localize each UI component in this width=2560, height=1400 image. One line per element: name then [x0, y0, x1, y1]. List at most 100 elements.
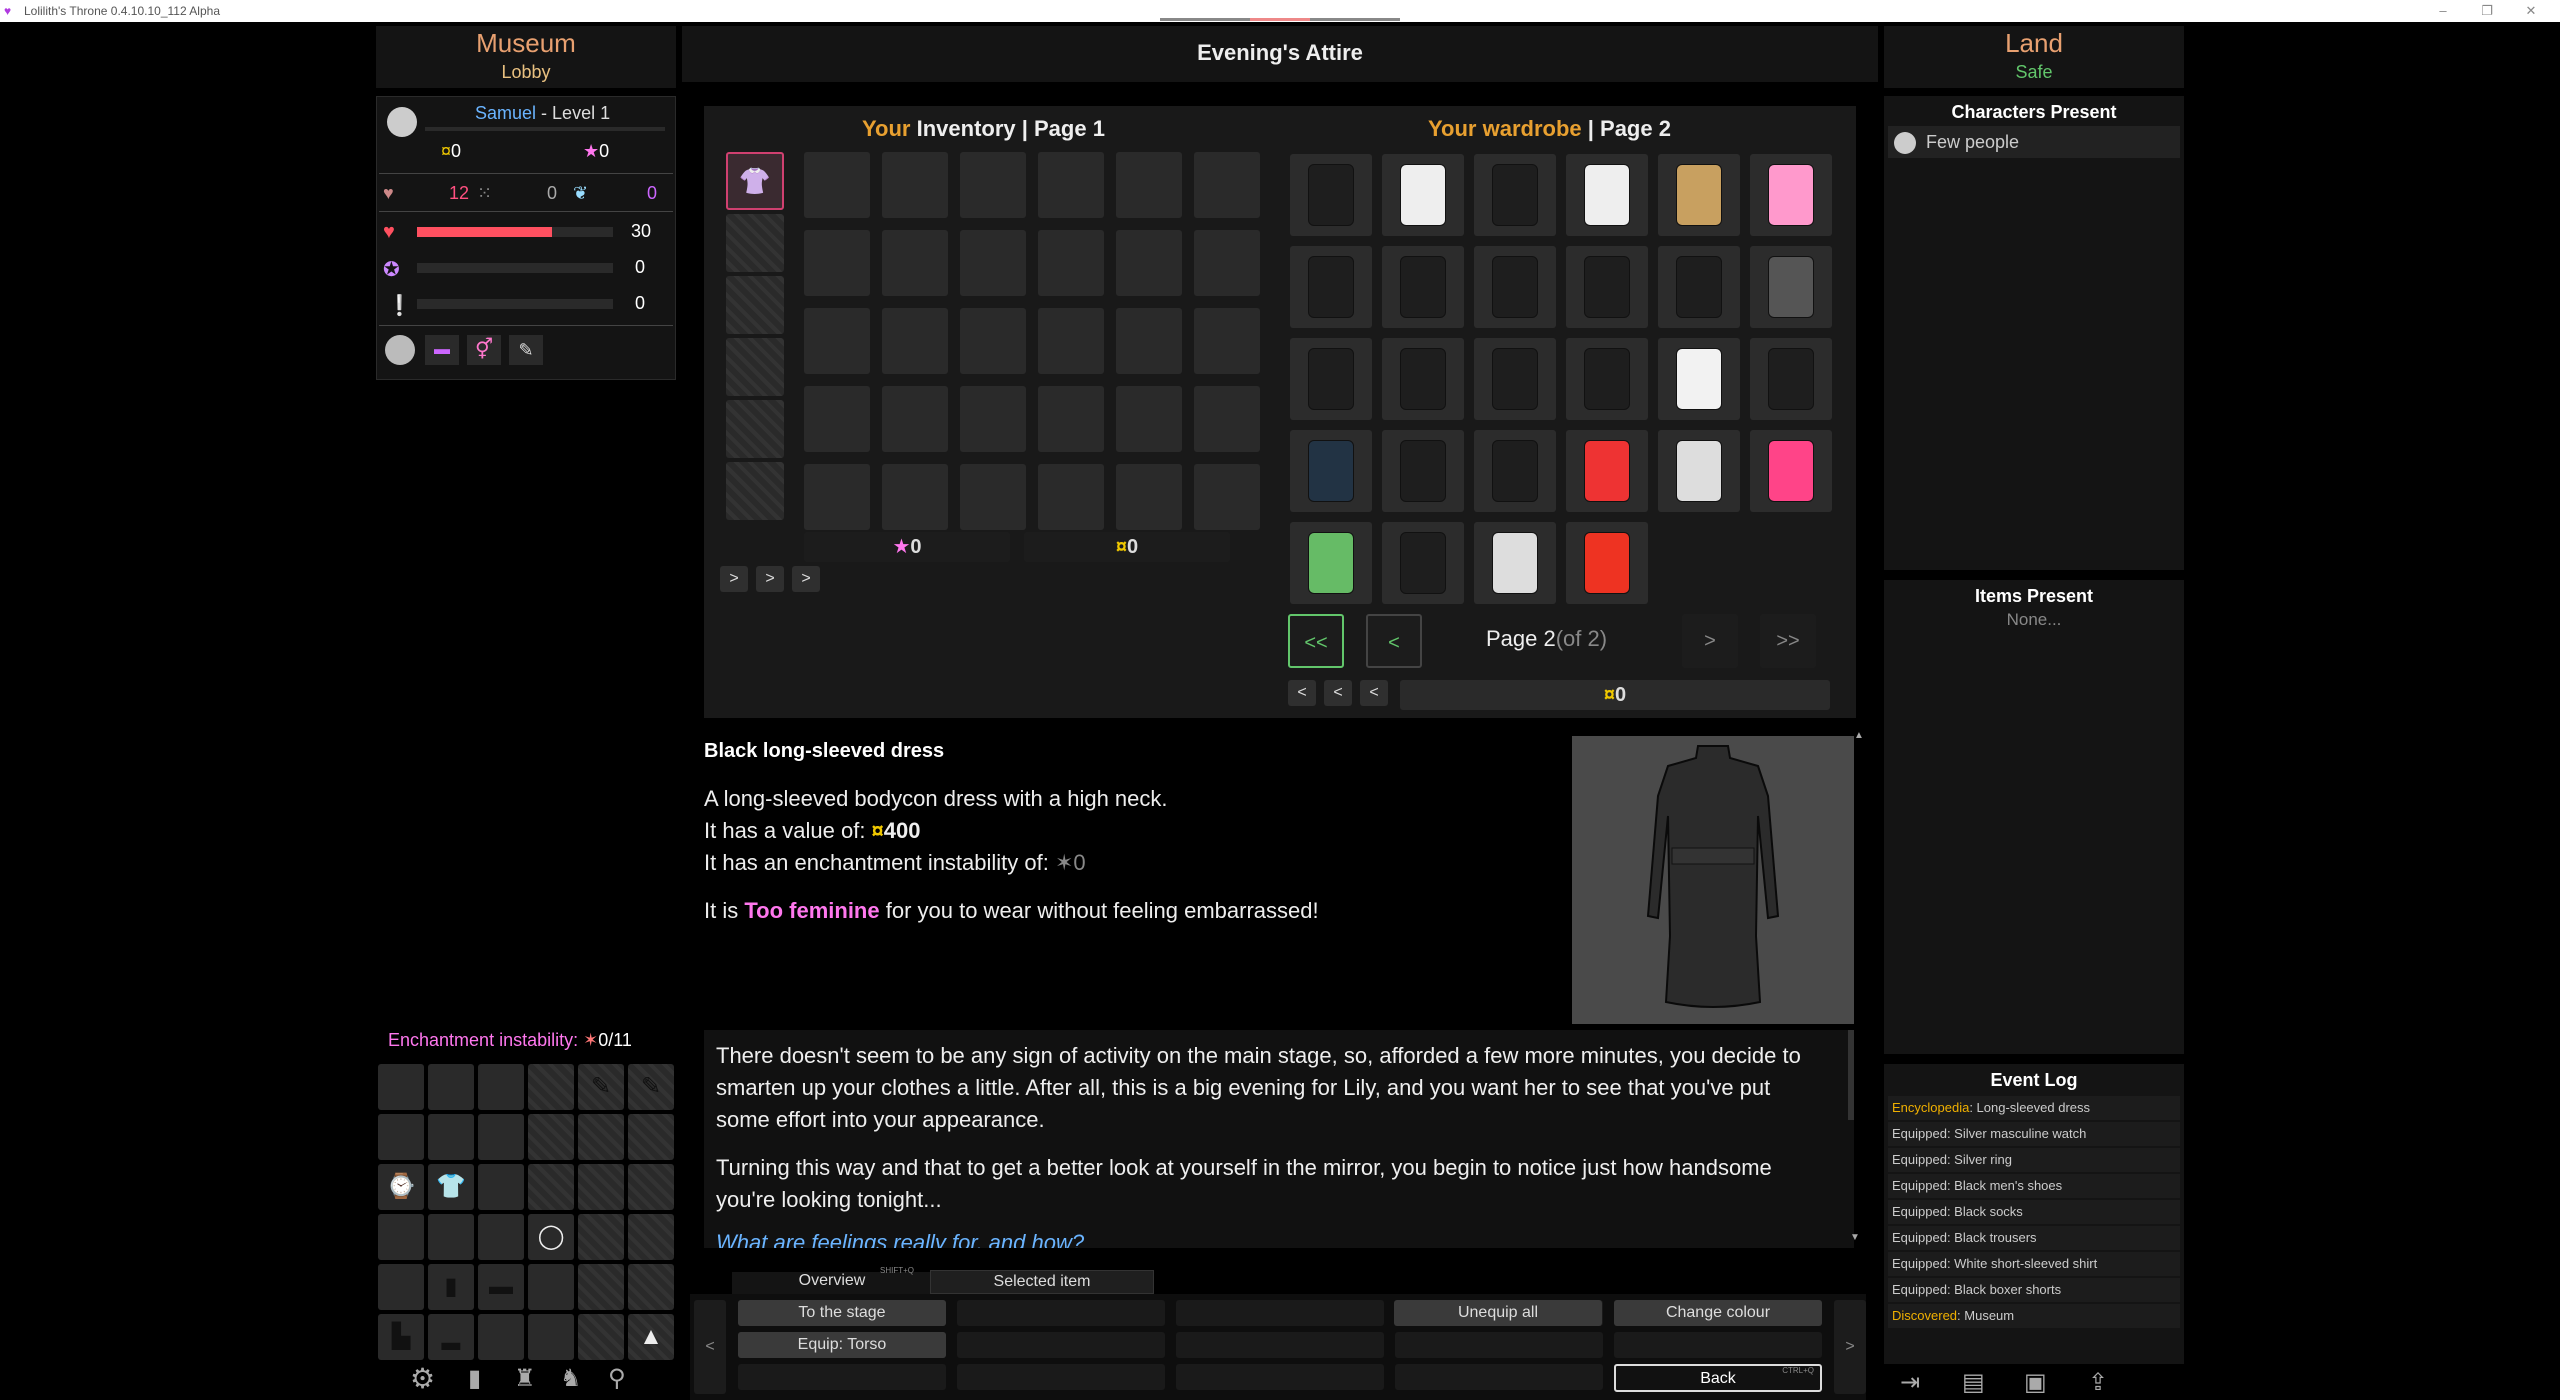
inventory-slot[interactable]: [882, 308, 948, 374]
wardrobe-item-slot[interactable]: [1658, 338, 1740, 420]
wardrobe-item-slot[interactable]: [1290, 338, 1372, 420]
inventory-slot[interactable]: [960, 152, 1026, 218]
equipment-slot[interactable]: [378, 1214, 424, 1260]
restore-icon[interactable]: ❐: [2472, 2, 2502, 20]
inventory-slot[interactable]: [1038, 308, 1104, 374]
wardrobe-item-slot[interactable]: [1566, 154, 1648, 236]
equipment-slot[interactable]: ▬: [478, 1264, 524, 1310]
tab-selected-item[interactable]: Selected item: [930, 1270, 1154, 1294]
perks-icon[interactable]: ♞: [560, 1364, 582, 1393]
inventory-slot[interactable]: [882, 152, 948, 218]
close-icon[interactable]: ✕: [2516, 2, 2546, 20]
player-avatar-icon[interactable]: [387, 107, 417, 137]
inventory-slot[interactable]: [1194, 386, 1260, 452]
wardrobe-item-slot[interactable]: [1290, 154, 1372, 236]
equipment-slot[interactable]: ▙: [378, 1314, 424, 1360]
inventory-equipped-slot[interactable]: [726, 276, 784, 334]
wardrobe-item-slot[interactable]: [1474, 154, 1556, 236]
equipment-slot[interactable]: [628, 1164, 674, 1210]
wardrobe-item-slot[interactable]: [1750, 246, 1832, 328]
wardrobe-nav-button-1[interactable]: <: [1288, 680, 1316, 706]
equipment-slot[interactable]: [578, 1114, 624, 1160]
equipment-slot[interactable]: [378, 1114, 424, 1160]
wardrobe-item-slot[interactable]: [1566, 246, 1648, 328]
inventory-slot[interactable]: [1194, 230, 1260, 296]
inventory-slot[interactable]: [960, 230, 1026, 296]
inventory-slot[interactable]: [804, 386, 870, 452]
action-page-right-button[interactable]: >: [1834, 1300, 1866, 1394]
equipment-slot[interactable]: [528, 1114, 574, 1160]
wardrobe-prev-page-button[interactable]: <: [1366, 614, 1422, 668]
story-scrollbar[interactable]: [1848, 1030, 1854, 1120]
equipment-slot[interactable]: [528, 1164, 574, 1210]
inventory-slot[interactable]: [1194, 308, 1260, 374]
equipment-slot[interactable]: [428, 1064, 474, 1110]
unequip-all-button[interactable]: Unequip all: [1394, 1300, 1602, 1326]
inventory-equipped-slot[interactable]: [726, 214, 784, 272]
equipment-slot[interactable]: [478, 1214, 524, 1260]
wardrobe-nav-button-3[interactable]: <: [1360, 680, 1388, 706]
document-icon[interactable]: ▤: [1962, 1368, 1985, 1397]
equipment-slot[interactable]: [528, 1264, 574, 1310]
equip-torso-button[interactable]: Equip: Torso: [738, 1332, 946, 1358]
equipment-slot[interactable]: ▂: [428, 1314, 474, 1360]
inventory-equipped-slot[interactable]: [726, 338, 784, 396]
wardrobe-item-slot[interactable]: [1658, 154, 1740, 236]
inventory-equipped-slot[interactable]: [726, 400, 784, 458]
gender-icon[interactable]: ⚥: [467, 335, 501, 365]
equipment-slot[interactable]: ⌚: [378, 1164, 424, 1210]
equipment-slot[interactable]: ▲: [628, 1314, 674, 1360]
wardrobe-item-slot[interactable]: [1290, 246, 1372, 328]
zoom-icon[interactable]: ⚲: [608, 1364, 626, 1393]
inventory-slot[interactable]: [882, 386, 948, 452]
scroll-down-icon[interactable]: ▼: [1850, 1232, 1860, 1243]
inventory-slot[interactable]: [1038, 230, 1104, 296]
equipment-slot[interactable]: [628, 1264, 674, 1310]
scroll-up-icon[interactable]: ▲: [1854, 730, 1866, 742]
exit-icon[interactable]: ⇥: [1900, 1368, 1920, 1397]
feather-icon[interactable]: ✎: [509, 335, 543, 365]
save-icon[interactable]: ▣: [2024, 1368, 2047, 1397]
wardrobe-last-page-button[interactable]: >>: [1760, 614, 1816, 668]
equipment-slot[interactable]: [578, 1214, 624, 1260]
equipment-slot[interactable]: [478, 1164, 524, 1210]
equipment-slot[interactable]: [378, 1264, 424, 1310]
equipment-slot[interactable]: [578, 1264, 624, 1310]
inventory-slot[interactable]: [804, 230, 870, 296]
equipment-slot[interactable]: [528, 1064, 574, 1110]
wardrobe-item-slot[interactable]: [1566, 430, 1648, 512]
inventory-slot[interactable]: [882, 230, 948, 296]
equipment-slot[interactable]: [628, 1114, 674, 1160]
action-page-left-button[interactable]: <: [694, 1300, 726, 1394]
inventory-slot[interactable]: [882, 464, 948, 530]
wardrobe-item-slot[interactable]: [1382, 522, 1464, 604]
equipment-slot[interactable]: ▮: [428, 1264, 474, 1310]
inventory-slot[interactable]: [804, 464, 870, 530]
wardrobe-item-slot[interactable]: [1474, 246, 1556, 328]
inventory-equipped-bra-slot[interactable]: 👚: [726, 152, 784, 210]
equipment-slot[interactable]: [378, 1064, 424, 1110]
settings-gear-icon[interactable]: ⚙: [410, 1362, 435, 1395]
inventory-slot[interactable]: [1038, 152, 1104, 218]
wardrobe-item-slot[interactable]: [1658, 430, 1740, 512]
equipment-slot[interactable]: [478, 1314, 524, 1360]
equipment-slot[interactable]: ✎: [578, 1064, 624, 1110]
back-button[interactable]: Back CTRL+Q: [1614, 1364, 1822, 1392]
wardrobe-first-page-button[interactable]: <<: [1288, 614, 1344, 668]
equipment-slot[interactable]: 👕: [428, 1164, 474, 1210]
inventory-slot[interactable]: [1116, 152, 1182, 218]
inventory-slot[interactable]: [1116, 230, 1182, 296]
inventory-slot[interactable]: [1038, 464, 1104, 530]
wardrobe-next-page-button[interactable]: >: [1682, 614, 1738, 668]
inventory-nav-button-3[interactable]: >: [792, 566, 820, 592]
inventory-icon[interactable]: ♜: [514, 1364, 536, 1393]
wardrobe-item-slot[interactable]: [1290, 430, 1372, 512]
equipment-slot[interactable]: [478, 1064, 524, 1110]
to-the-stage-button[interactable]: To the stage: [738, 1300, 946, 1326]
inventory-slot[interactable]: [1116, 308, 1182, 374]
inventory-slot[interactable]: [804, 152, 870, 218]
wardrobe-item-slot[interactable]: [1382, 430, 1464, 512]
wardrobe-item-slot[interactable]: [1750, 154, 1832, 236]
change-colour-button[interactable]: Change colour: [1614, 1300, 1822, 1326]
inventory-slot[interactable]: [1116, 386, 1182, 452]
